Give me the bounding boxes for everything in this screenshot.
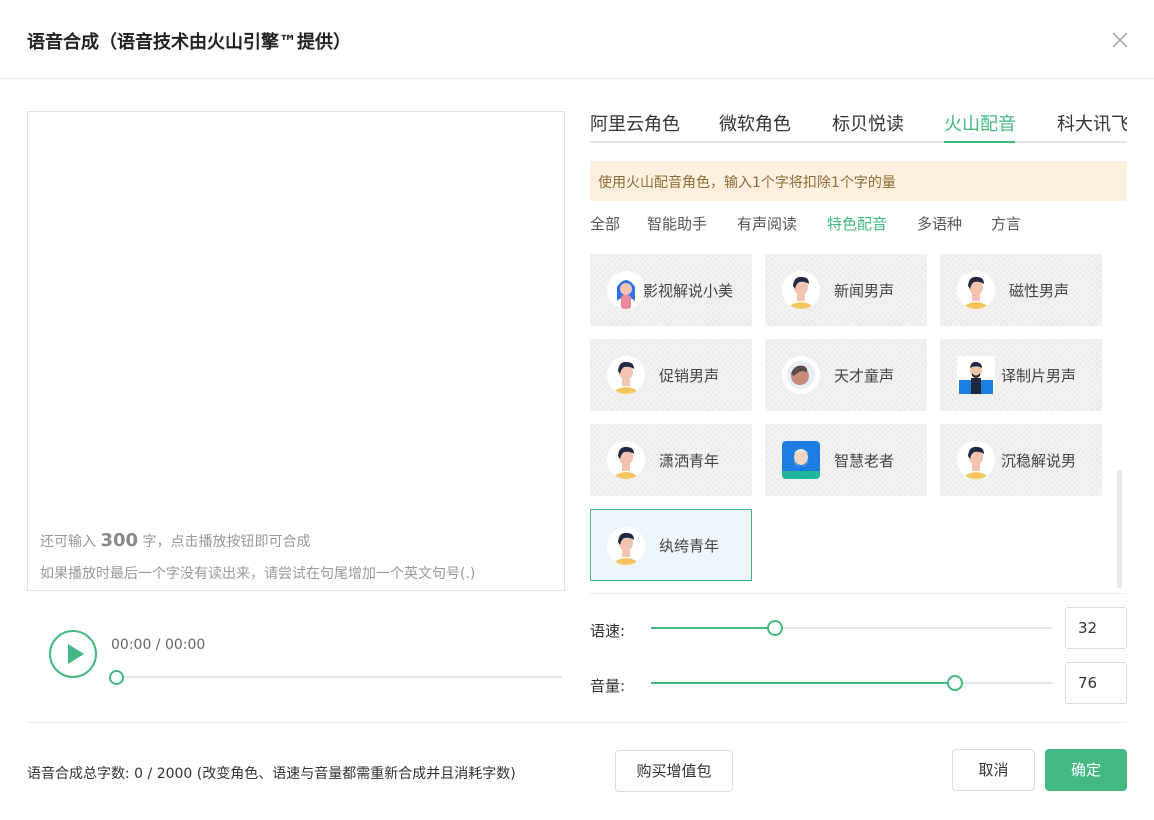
voice-name: 促销男声 bbox=[659, 367, 720, 385]
voice-card[interactable]: 沉稳解说男 bbox=[940, 424, 1102, 496]
voice-card[interactable]: 译制片男声 bbox=[940, 339, 1102, 411]
voice-name: 影视解说小美 bbox=[643, 282, 734, 300]
voice-card[interactable]: 影视解说小美 bbox=[590, 254, 752, 326]
buy-package-button[interactable]: 购买增值包 bbox=[615, 750, 733, 792]
remaining-hint: 还可输入 300 字，点击播放按钮即可合成 bbox=[40, 530, 310, 551]
volume-slider[interactable] bbox=[651, 675, 1052, 691]
voice-card-selected[interactable]: 纨绔青年 bbox=[590, 509, 752, 581]
male-avatar-icon bbox=[607, 527, 645, 565]
elder-avatar-icon bbox=[782, 441, 820, 479]
dialog-title: 语音合成（语音技术由火山引擎™提供） bbox=[27, 32, 351, 53]
speed-label: 语速: bbox=[590, 622, 626, 640]
confirm-button[interactable]: 确定 bbox=[1045, 749, 1127, 791]
female-avatar-icon bbox=[607, 271, 645, 309]
filter-dialect[interactable]: 方言 bbox=[991, 213, 1021, 234]
filter-audiobook[interactable]: 有声阅读 bbox=[737, 213, 797, 234]
male-avatar-icon bbox=[957, 271, 995, 309]
voice-card[interactable]: 促销男声 bbox=[590, 339, 752, 411]
remaining-count: 300 bbox=[100, 530, 139, 551]
filter-featured[interactable]: 特色配音 bbox=[827, 213, 887, 234]
usage-notice: 使用火山配音角色，输入1个字将扣除1个字的量 bbox=[590, 161, 1127, 201]
voice-list-scrollbar[interactable] bbox=[1117, 470, 1122, 588]
voice-card[interactable]: 天才童声 bbox=[765, 339, 927, 411]
speed-input[interactable]: 32 bbox=[1065, 607, 1127, 649]
tab-microsoft[interactable]: 微软角色 bbox=[719, 110, 791, 136]
speed-slider-fill bbox=[651, 627, 776, 629]
tab-iflytek[interactable]: 科大讯飞 bbox=[1057, 110, 1127, 136]
volume-slider-knob[interactable] bbox=[946, 675, 963, 691]
voice-name: 天才童声 bbox=[834, 367, 895, 385]
remaining-hint-prefix: 还可输入 bbox=[40, 534, 96, 550]
voice-synthesis-dialog: 语音合成（语音技术由火山引擎™提供） 还可输入 300 字，点击播放按钮即可合成… bbox=[0, 0, 1154, 820]
close-icon[interactable] bbox=[1110, 30, 1130, 50]
playback-time: 00:00 / 00:00 bbox=[111, 637, 206, 653]
voice-name: 纨绔青年 bbox=[659, 537, 720, 555]
male-avatar-icon bbox=[607, 356, 645, 394]
divider bbox=[590, 593, 1127, 594]
speed-slider-knob[interactable] bbox=[767, 620, 784, 636]
male-avatar-icon bbox=[607, 441, 645, 479]
male-avatar-icon bbox=[957, 441, 995, 479]
filter-assistant[interactable]: 智能助手 bbox=[647, 213, 707, 234]
voice-card[interactable]: 磁性男声 bbox=[940, 254, 1102, 326]
cancel-button[interactable]: 取消 bbox=[952, 749, 1035, 791]
tab-biaobei[interactable]: 标贝悦读 bbox=[832, 110, 904, 136]
voice-card[interactable]: 新闻男声 bbox=[765, 254, 927, 326]
tab-aliyun[interactable]: 阿里云角色 bbox=[590, 110, 680, 136]
volume-label: 音量: bbox=[590, 677, 626, 695]
period-hint: 如果播放时最后一个字没有读出来，请尝试在句尾增加一个英文句号(.) bbox=[40, 566, 476, 582]
footer-divider bbox=[27, 722, 1127, 723]
voice-name: 沉稳解说男 bbox=[1001, 452, 1077, 470]
voice-name: 新闻男声 bbox=[834, 282, 895, 300]
total-char-count: 语音合成总字数: 0 / 2000 (改变角色、语速与音量都需重新合成并且消耗字… bbox=[27, 766, 516, 782]
speed-slider[interactable] bbox=[651, 620, 1052, 636]
voice-name: 译制片男声 bbox=[1001, 367, 1077, 385]
text-editor[interactable]: 还可输入 300 字，点击播放按钮即可合成 如果播放时最后一个字没有读出来，请尝… bbox=[27, 111, 565, 591]
voice-provider-tabs: 阿里云角色 微软角色 标贝悦读 火山配音 科大讯飞 bbox=[590, 100, 1127, 143]
play-icon bbox=[68, 644, 84, 664]
tab-volcano[interactable]: 火山配音 bbox=[944, 110, 1016, 136]
volume-input[interactable]: 76 bbox=[1065, 662, 1127, 704]
dubbing-male-avatar-icon bbox=[957, 356, 995, 394]
child-avatar-icon bbox=[782, 356, 820, 394]
active-tab-indicator bbox=[944, 141, 1015, 143]
playback-progress-track[interactable] bbox=[116, 676, 562, 678]
playback-progress-knob[interactable] bbox=[109, 670, 124, 685]
filter-all[interactable]: 全部 bbox=[590, 213, 620, 234]
voice-card[interactable]: 智慧老者 bbox=[765, 424, 927, 496]
remaining-hint-suffix: 字，点击播放按钮即可合成 bbox=[142, 534, 311, 550]
dialog-header: 语音合成（语音技术由火山引擎™提供） bbox=[0, 0, 1154, 79]
male-avatar-icon bbox=[782, 271, 820, 309]
voice-card[interactable]: 潇洒青年 bbox=[590, 424, 752, 496]
voice-name: 智慧老者 bbox=[834, 452, 895, 470]
voice-name: 磁性男声 bbox=[1009, 282, 1070, 300]
filter-multilingual[interactable]: 多语种 bbox=[917, 213, 962, 234]
play-button[interactable] bbox=[49, 630, 97, 678]
voice-name: 潇洒青年 bbox=[659, 452, 720, 470]
volume-slider-fill bbox=[651, 682, 955, 684]
